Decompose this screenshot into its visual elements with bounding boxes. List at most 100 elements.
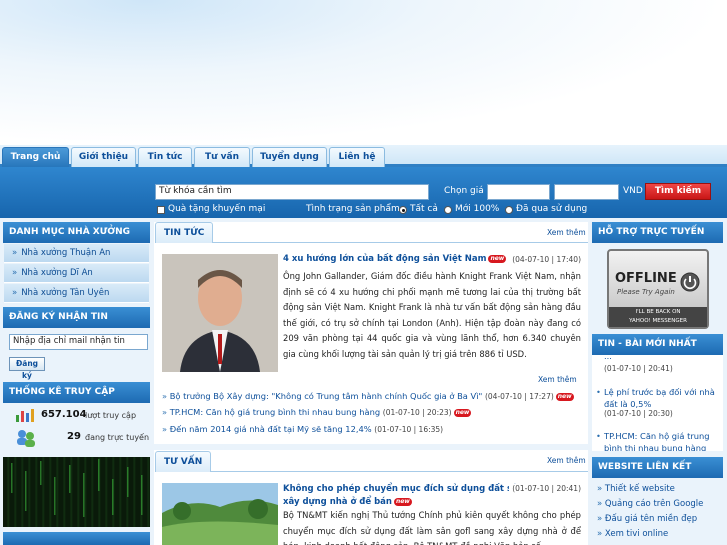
category-label: Nhà xưởng Dĩ An <box>21 268 93 278</box>
new-badge: new <box>488 254 507 263</box>
keyword-input[interactable]: Từ khóa cần tìm <box>155 184 429 200</box>
latest-item-date: (01-07-10 | 20:41) <box>604 364 673 373</box>
news-item-date: (01-07-10 | 20:23) <box>382 408 452 417</box>
offline-footer: I'LL BE BACK ON YAHOO! MESSENGER <box>609 307 707 327</box>
advice-divider <box>211 471 588 472</box>
support-heading: HỖ TRỢ TRỰC TUYẾN <box>592 222 723 243</box>
visits-label: lượt truy cập <box>85 411 137 420</box>
main-nav: Trang chủ Giới thiệu Tin tức Tư vấn Tuyể… <box>0 145 727 167</box>
condition-all-radio[interactable] <box>399 206 407 214</box>
latest-news-panel: ... (01-07-10 | 20:41) • Lệ phí trước bạ… <box>592 355 723 451</box>
offline-footer-line2: YAHOO! MESSENGER <box>629 318 687 324</box>
category-item-di-an[interactable]: » Nhà xưởng Dĩ An <box>4 264 149 283</box>
link-label: Xem tivi online <box>604 529 669 539</box>
bullet-icon: • <box>596 387 601 397</box>
link-label: Thiết kế website <box>604 484 675 494</box>
header-banner <box>0 0 727 145</box>
matrix-pattern-icon <box>11 459 143 517</box>
search-bar: Từ khóa cần tìm Chọn giá VND Tìm kiếm Qu… <box>0 167 727 218</box>
news-divider <box>212 242 588 243</box>
subscribe-heading: ĐĂNG KÝ NHẬN TIN <box>3 307 150 328</box>
news-list-item[interactable]: » TP.HCM: Căn hộ giá trung bình thi nhau… <box>162 407 472 417</box>
featured-news-photo[interactable] <box>162 254 278 372</box>
currency-label: VND <box>623 186 643 196</box>
offline-footer-line1: I'LL BE BACK ON <box>635 309 681 315</box>
latest-news-heading: TIN - BÀI MỚI NHẤT <box>592 334 723 355</box>
price-to-input[interactable] <box>554 184 619 200</box>
link-google-ads[interactable]: » Quảng cáo trên Google <box>597 499 703 509</box>
tab-advice[interactable]: Tư vấn <box>194 147 250 167</box>
link-tv-online[interactable]: » Xem tivi online <box>597 529 668 539</box>
news-list-item[interactable]: » Bộ trưởng Bộ Xây dựng: "Không có Trung… <box>162 391 574 401</box>
news-item-title: Bộ trưởng Bộ Xây dựng: "Không có Trung t… <box>169 391 483 401</box>
category-label: Nhà xưởng Thuận An <box>21 248 111 258</box>
search-button[interactable]: Tìm kiếm <box>645 183 711 200</box>
featured-news-title[interactable]: 4 xu hướng lớn của bất động sản Việt Nam <box>283 254 486 264</box>
link-label: Quảng cáo trên Google <box>604 499 704 509</box>
latest-item-title[interactable]: TP.HCM: Căn hộ giá trung bình thi nhau b… <box>604 430 719 451</box>
price-label: Chọn giá <box>444 186 484 196</box>
category-item-tan-uyen[interactable]: » Nhà xưởng Tân Uyên <box>4 284 149 303</box>
featured-news-header: 4 xu hướng lớn của bất động sản Việt Nam… <box>283 254 581 264</box>
advice-featured-summary: Bộ TN&MT kiến nghị Thủ tướng Chính phủ k… <box>283 510 581 545</box>
link-website-design[interactable]: » Thiết kế website <box>597 484 675 494</box>
stats-heading: THỐNG KÊ TRUY CẬP <box>3 382 150 403</box>
stats-panel: 657.104 lượt truy cập 29 đang trực tuyến <box>3 403 150 453</box>
news-item-title: TP.HCM: Căn hộ giá trung bình thi nhau b… <box>169 407 381 417</box>
advice-more-link[interactable]: Xem thêm <box>547 456 586 465</box>
offline-label: OFFLINE <box>615 271 677 286</box>
new-badge: new <box>393 497 412 506</box>
gift-label: Quà tặng khuyến mại <box>168 204 266 214</box>
featured-news-summary: Ông John Gallander, Giám đốc điều hành K… <box>283 271 581 359</box>
advertisement-banner[interactable] <box>3 457 150 527</box>
tab-contact[interactable]: Liên hệ <box>329 147 385 167</box>
offline-sub-label: Please Try Again <box>617 288 675 296</box>
power-icon <box>680 272 700 292</box>
bullet-icon: • <box>596 431 601 441</box>
bar-chart-icon <box>16 409 34 422</box>
condition-new-radio[interactable] <box>444 206 452 214</box>
link-label: Đấu giá tên miền đẹp <box>604 514 698 524</box>
link-domain-auction[interactable]: » Đấu giá tên miền đẹp <box>597 514 697 524</box>
latest-item-title[interactable]: ... <box>604 355 612 361</box>
advice-photo[interactable] <box>162 483 278 545</box>
news-item-date: (01-07-10 | 16:35) <box>374 425 444 434</box>
yahoo-offline-status[interactable]: OFFLINE Please Try Again I'LL BE BACK ON… <box>607 249 709 329</box>
advice-tab[interactable]: TƯ VẤN <box>155 451 212 472</box>
condition-label: Tình trạng sản phẩm <box>306 204 400 214</box>
tab-news[interactable]: Tin tức <box>138 147 192 167</box>
left-box-footer <box>3 532 150 545</box>
tab-recruitment[interactable]: Tuyển dụng <box>252 147 327 167</box>
price-from-input[interactable] <box>487 184 550 200</box>
news-item-title: Đến năm 2014 giá nhà đất tại Mỹ sẽ tăng … <box>169 424 372 434</box>
featured-news-date: (04-07-10 | 17:40) <box>512 255 581 264</box>
advice-featured-header: Không cho phép chuyển mục đích sử dụng đ… <box>283 483 581 509</box>
condition-all-label: Tất cả <box>410 204 438 214</box>
users-online-icon <box>17 430 35 447</box>
news-more-link[interactable]: Xem thêm <box>547 228 586 237</box>
category-item-thuan-an[interactable]: » Nhà xưởng Thuận An <box>4 244 149 263</box>
subscribe-panel: Nhập địa chỉ mail nhận tin Đăng ký <box>3 328 150 380</box>
visits-count: 657.104 <box>41 409 87 420</box>
tab-about[interactable]: Giới thiệu <box>71 147 136 167</box>
newsletter-email-input[interactable]: Nhập địa chỉ mail nhận tin <box>9 334 148 350</box>
links-heading: WEBSITE LIÊN KẾT <box>592 457 723 478</box>
category-heading: DANH MỤC NHÀ XƯỞNG <box>3 222 150 243</box>
online-label: đang trực tuyến <box>85 433 150 442</box>
condition-used-label: Đã qua sử dụng <box>516 204 588 214</box>
support-panel: OFFLINE Please Try Again I'LL BE BACK ON… <box>592 243 723 334</box>
subscribe-button[interactable]: Đăng ký <box>9 357 45 380</box>
new-badge: new <box>555 392 574 401</box>
condition-new-label: Mới 100% <box>455 204 500 214</box>
new-badge: new <box>453 408 472 417</box>
condition-used-radio[interactable] <box>505 206 513 214</box>
online-count: 29 <box>67 431 81 442</box>
news-list-item[interactable]: » Đến năm 2014 giá nhà đất tại Mỹ sẽ tăn… <box>162 424 443 434</box>
news-more-link-2[interactable]: Xem thêm <box>538 375 577 384</box>
tab-home[interactable]: Trang chủ <box>2 147 69 167</box>
latest-item-date: (01-07-10 | 20:30) <box>604 409 673 418</box>
news-item-date: (04-07-10 | 17:27) <box>484 392 554 401</box>
latest-item-title[interactable]: Lệ phí trước bạ đối với nhà đất là 0,5% <box>604 386 719 410</box>
news-tab[interactable]: TIN TỨC <box>155 222 214 243</box>
gift-checkbox[interactable] <box>157 206 165 214</box>
